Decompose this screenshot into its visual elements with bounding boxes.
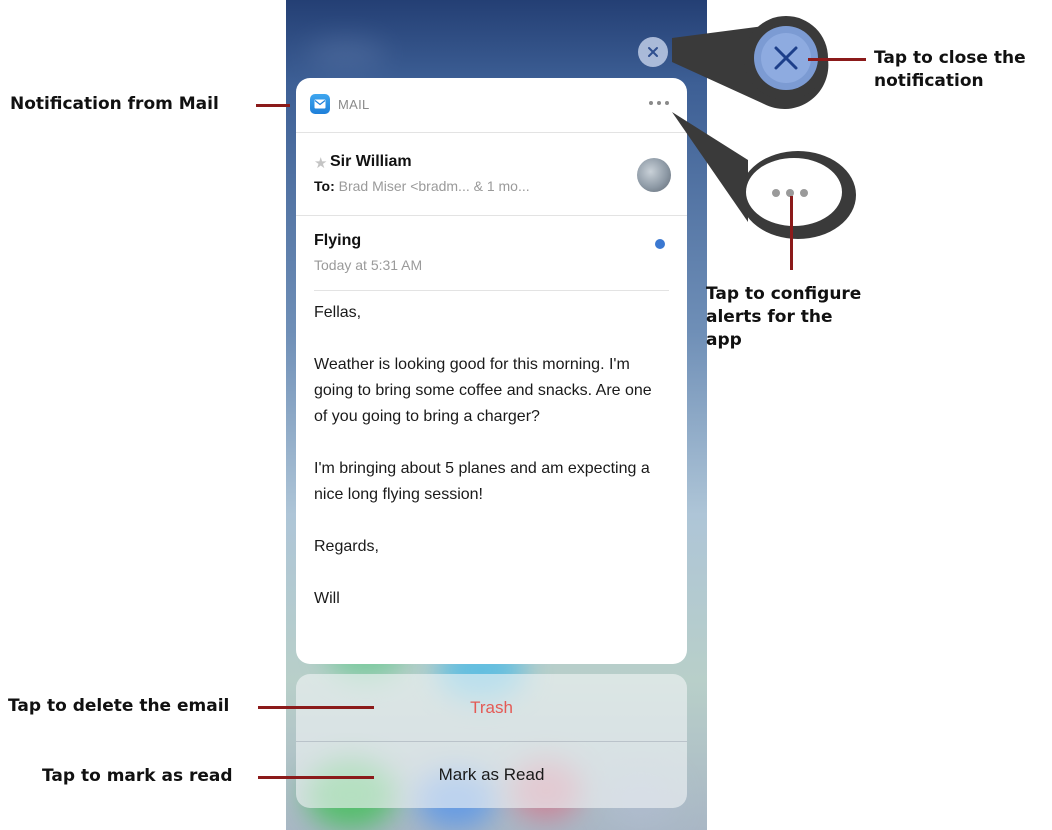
callout-notification-from: Notification from Mail bbox=[10, 94, 219, 114]
callout-configure-line: Tap to configure bbox=[706, 284, 862, 304]
callout-configure-line: alerts for the bbox=[706, 307, 833, 327]
callout-configure-line: app bbox=[706, 330, 742, 350]
screen: MAIL ★ Sir William To: Brad Miser <bradm… bbox=[0, 0, 1052, 830]
leader-line bbox=[258, 706, 374, 709]
more-callout-wedge bbox=[672, 112, 748, 222]
callout-configure: Tap to configure alerts for the app bbox=[706, 283, 861, 352]
callout-close: Tap to close the notification bbox=[874, 47, 1026, 93]
leader-line bbox=[258, 776, 374, 779]
more-icon-dot bbox=[800, 189, 808, 197]
more-callout-inner bbox=[746, 158, 842, 226]
callout-delete: Tap to delete the email bbox=[8, 696, 230, 716]
callout-mark-read: Tap to mark as read bbox=[42, 766, 233, 786]
leader-line bbox=[790, 196, 793, 270]
leader-line bbox=[808, 58, 866, 61]
callout-close-line: notification bbox=[874, 71, 984, 91]
leader-line bbox=[256, 104, 290, 107]
callout-close-line: Tap to close the bbox=[874, 48, 1026, 68]
more-icon bbox=[772, 189, 780, 197]
